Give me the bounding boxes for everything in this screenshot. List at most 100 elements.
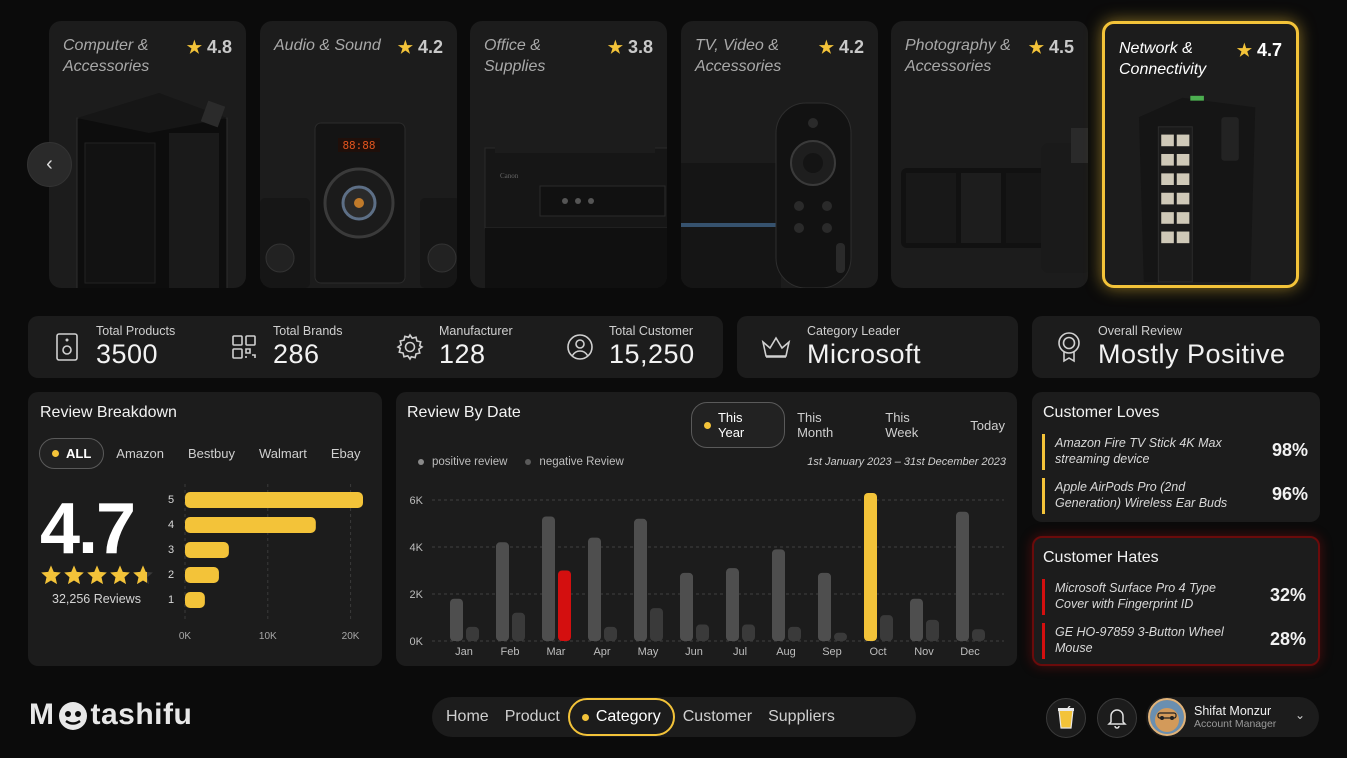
tab-walmart[interactable]: Walmart <box>247 439 319 468</box>
positive-review-bar[interactable] <box>634 518 647 641</box>
category-title: Audio & Sound <box>274 37 381 54</box>
tab-bestbuy[interactable]: Bestbuy <box>176 439 247 468</box>
stat-label: Overall Review <box>1098 324 1183 338</box>
negative-review-bar[interactable] <box>742 624 755 641</box>
hated-product[interactable]: Microsoft Surface Pro 4 Type Cover with … <box>1042 579 1306 615</box>
user-menu[interactable]: Shifat Monzur Account Manager ⌄ <box>1146 697 1319 737</box>
stat-total-products: Total Products 3500 <box>52 316 175 378</box>
printer-icon: Canon <box>484 133 667 288</box>
network-switch-icon <box>1138 95 1256 283</box>
user-info: Shifat Monzur Account Manager <box>1194 704 1276 730</box>
positive-review-bar[interactable] <box>864 492 877 641</box>
stat-total-brands: Total Brands 286 <box>229 316 342 378</box>
rating-bar[interactable] <box>185 592 205 608</box>
rating-bar[interactable] <box>185 517 316 533</box>
positive-review-bar[interactable] <box>680 572 693 641</box>
category-card-audio[interactable]: 88:88 Audio & Sound ★ 4.2 <box>260 21 457 288</box>
x-tick-label: Dec <box>960 646 980 658</box>
positive-review-bar[interactable] <box>910 598 923 641</box>
tab-ebay[interactable]: Ebay <box>319 439 373 468</box>
positive-review-bar[interactable] <box>588 537 601 641</box>
tab-this-year[interactable]: This Year <box>691 402 786 448</box>
nav-home[interactable]: Home <box>438 698 497 736</box>
positive-review-bar[interactable] <box>542 516 555 641</box>
loved-product[interactable]: Amazon Fire TV Stick 4K Max streaming de… <box>1042 434 1308 470</box>
tab-this-month[interactable]: This Month <box>785 403 873 447</box>
rating-label: 1 <box>168 594 174 606</box>
category-card-office[interactable]: Canon Office & Supplies ★ 3.8 <box>470 21 667 288</box>
category-title: Photography & Accessories <box>905 37 1011 75</box>
negative-review-bar[interactable] <box>788 626 801 641</box>
nav-suppliers[interactable]: Suppliers <box>760 698 843 736</box>
negative-review-bar[interactable] <box>880 615 893 641</box>
active-dot-icon <box>704 421 711 429</box>
x-tick-label: Feb <box>501 646 520 658</box>
negative-review-bar[interactable] <box>972 629 985 641</box>
rating-label: 4 <box>168 519 174 531</box>
star-icon <box>41 565 61 585</box>
stat-value: Mostly Positive <box>1098 339 1286 369</box>
negative-review-bar[interactable] <box>558 570 571 642</box>
category-card-computer[interactable]: Computer & Accessories ★ 4.8 <box>49 21 246 288</box>
rating-bar[interactable] <box>185 542 229 558</box>
product-name: GE HO-97859 3-Button Wheel Mouse <box>1055 625 1224 655</box>
negative-review-bar[interactable] <box>650 608 663 641</box>
negative-review-bar[interactable] <box>926 619 939 641</box>
customer-loves-panel: Customer Loves Amazon Fire TV Stick 4K M… <box>1032 392 1320 522</box>
positive-review-bar[interactable] <box>772 549 785 641</box>
notifications-button[interactable] <box>1097 698 1137 738</box>
star-icon: ★ <box>186 37 202 57</box>
positive-review-bar[interactable] <box>450 598 463 641</box>
category-card-network[interactable]: Network & Connectivity ★ 4.7 <box>1102 21 1299 288</box>
y-tick-label: 6K <box>410 495 424 507</box>
nav-product[interactable]: Product <box>497 698 568 736</box>
x-tick-label: 10K <box>259 631 277 642</box>
positive-review-bar[interactable] <box>818 572 831 641</box>
stats-panel: Total Products 3500 Total Brands 286 Manuf… <box>28 316 723 378</box>
stat-value: 128 <box>439 339 486 369</box>
positive-review-bar[interactable] <box>956 511 969 641</box>
speaker-icon: 88:88 <box>260 122 457 288</box>
product-percent: 98% <box>1271 440 1308 460</box>
stat-value: Microsoft <box>807 339 922 369</box>
logo-text: tashifu <box>90 698 193 731</box>
negative-review-bar[interactable] <box>604 626 617 641</box>
tab-amazon[interactable]: Amazon <box>104 439 176 468</box>
stat-label: Total Brands <box>273 324 343 338</box>
category-rating: ★ 4.2 <box>397 37 443 57</box>
star-icon: ★ <box>1028 37 1044 57</box>
crown-icon <box>759 332 793 362</box>
product-name: Microsoft Surface Pro 4 Type Cover with … <box>1055 581 1216 611</box>
tab-all[interactable]: ALL <box>39 438 105 469</box>
brand-logo[interactable]: M tashifu <box>29 698 192 732</box>
nav-customer[interactable]: Customer <box>675 698 760 736</box>
positive-review-bar[interactable] <box>496 542 509 641</box>
stat-overall-review: Overall Review Mostly Positive <box>1054 316 1286 378</box>
positive-review-bar[interactable] <box>726 568 739 641</box>
y-tick-label: 4K <box>410 542 424 554</box>
tab-today[interactable]: Today <box>958 411 1017 440</box>
tab-this-week[interactable]: This Week <box>873 403 958 447</box>
rating-bar[interactable] <box>185 567 219 583</box>
rating-bar[interactable] <box>185 492 363 508</box>
stat-category-leader: Category Leader Microsoft <box>759 316 921 378</box>
stat-label: Total Customer <box>609 324 694 338</box>
review-by-date-chart: 0K 2K 4K 6K Jan Feb Mar Apr May Jun Jul Aug Sep Oct No… <box>410 492 1004 658</box>
customer-hates-panel: Customer Hates Microsoft Surface Pro 4 T… <box>1032 536 1320 666</box>
negative-review-bar[interactable] <box>696 624 709 641</box>
nav-category[interactable]: Category <box>567 698 675 736</box>
drink-button[interactable] <box>1046 698 1086 738</box>
period-tabs: This Year This Month This Week Today <box>691 402 1017 448</box>
negative-review-bar[interactable] <box>834 632 847 641</box>
category-card-photography[interactable]: Photography & Accessories ★ 4.5 <box>891 21 1088 288</box>
hated-product[interactable]: GE HO-97859 3-Button Wheel Mouse 28% <box>1042 623 1306 659</box>
stat-value: 3500 <box>96 339 159 369</box>
negative-review-bar[interactable] <box>512 612 525 641</box>
computer-tower-icon <box>76 93 228 288</box>
chevron-down-icon: ⌄ <box>1294 708 1305 722</box>
loved-product[interactable]: Apple AirPods Pro (2nd Generation) Wirel… <box>1042 478 1308 514</box>
carousel-prev-button[interactable]: ‹ <box>27 142 72 187</box>
negative-review-bar[interactable] <box>466 626 479 641</box>
main-nav: Home Product Category Customer Suppliers <box>432 697 916 737</box>
category-card-tv[interactable]: TV, Video & Accessories ★ 4.2 <box>681 21 878 288</box>
